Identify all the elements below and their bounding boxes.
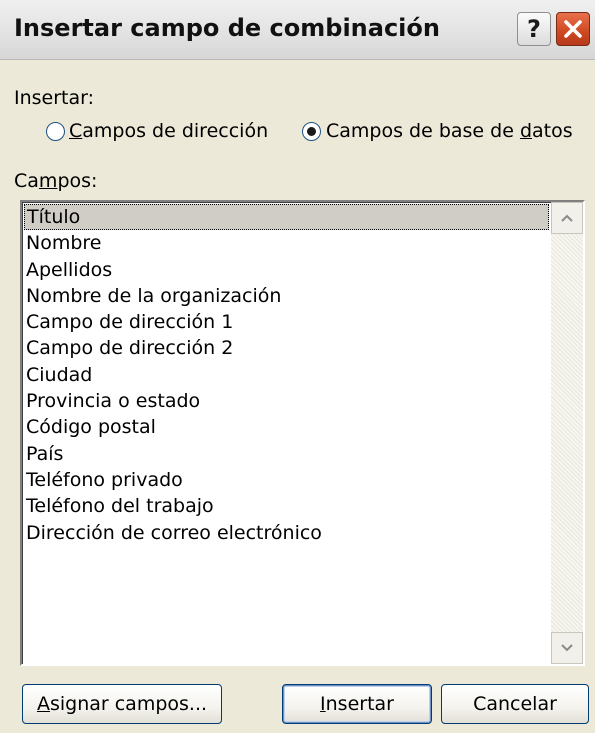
fields-list: Título Nombre Apellidos Nombre de la org… [24, 204, 549, 546]
close-button[interactable] [556, 12, 590, 46]
list-item[interactable]: Apellidos [24, 257, 549, 283]
list-item[interactable]: Nombre [24, 230, 549, 256]
address-fields-label[interactable]: Campos de dirección [69, 120, 268, 142]
list-item[interactable]: Título [24, 204, 549, 231]
help-button[interactable]: ? [517, 12, 551, 46]
scroll-down-button[interactable] [551, 632, 583, 664]
cancel-button[interactable]: Cancelar [441, 684, 589, 724]
list-item[interactable]: Dirección de correo electrónico [24, 520, 549, 546]
fields-listbox[interactable]: Título Nombre Apellidos Nombre de la org… [20, 200, 585, 666]
list-item[interactable]: Teléfono del trabajo [24, 493, 549, 519]
list-item[interactable]: Ciudad [24, 362, 549, 388]
vertical-scrollbar[interactable] [551, 202, 583, 664]
radio-selected-dot [307, 127, 316, 136]
database-fields-radio[interactable] [302, 122, 321, 141]
merge-field-dialog: Insertar campo de combinación ? Insertar… [0, 0, 595, 733]
dialog-title: Insertar campo de combinación [14, 14, 440, 42]
insert-label: Insertar: [14, 87, 95, 109]
scroll-up-button[interactable] [551, 202, 583, 234]
list-item[interactable]: Campo de dirección 2 [24, 335, 549, 361]
arrow-up-icon [561, 214, 573, 222]
insert-button[interactable]: Insertar [282, 684, 432, 724]
list-item[interactable]: Campo de dirección 1 [24, 309, 549, 335]
list-item[interactable]: Provincia o estado [24, 388, 549, 414]
address-fields-radio[interactable] [46, 122, 65, 141]
title-bar[interactable]: Insertar campo de combinación ? [0, 0, 595, 60]
list-item[interactable]: Código postal [24, 414, 549, 440]
question-mark-icon: ? [527, 15, 541, 43]
database-fields-label[interactable]: Campos de base de datos [326, 120, 573, 142]
arrow-down-icon [561, 644, 573, 652]
list-item[interactable]: Teléfono privado [24, 467, 549, 493]
close-x-icon [564, 20, 582, 38]
fields-label: Campos: [14, 170, 98, 192]
assign-fields-button[interactable]: Asignar campos... [22, 684, 222, 724]
list-item[interactable]: Nombre de la organización [24, 283, 549, 309]
list-item[interactable]: País [24, 441, 549, 467]
